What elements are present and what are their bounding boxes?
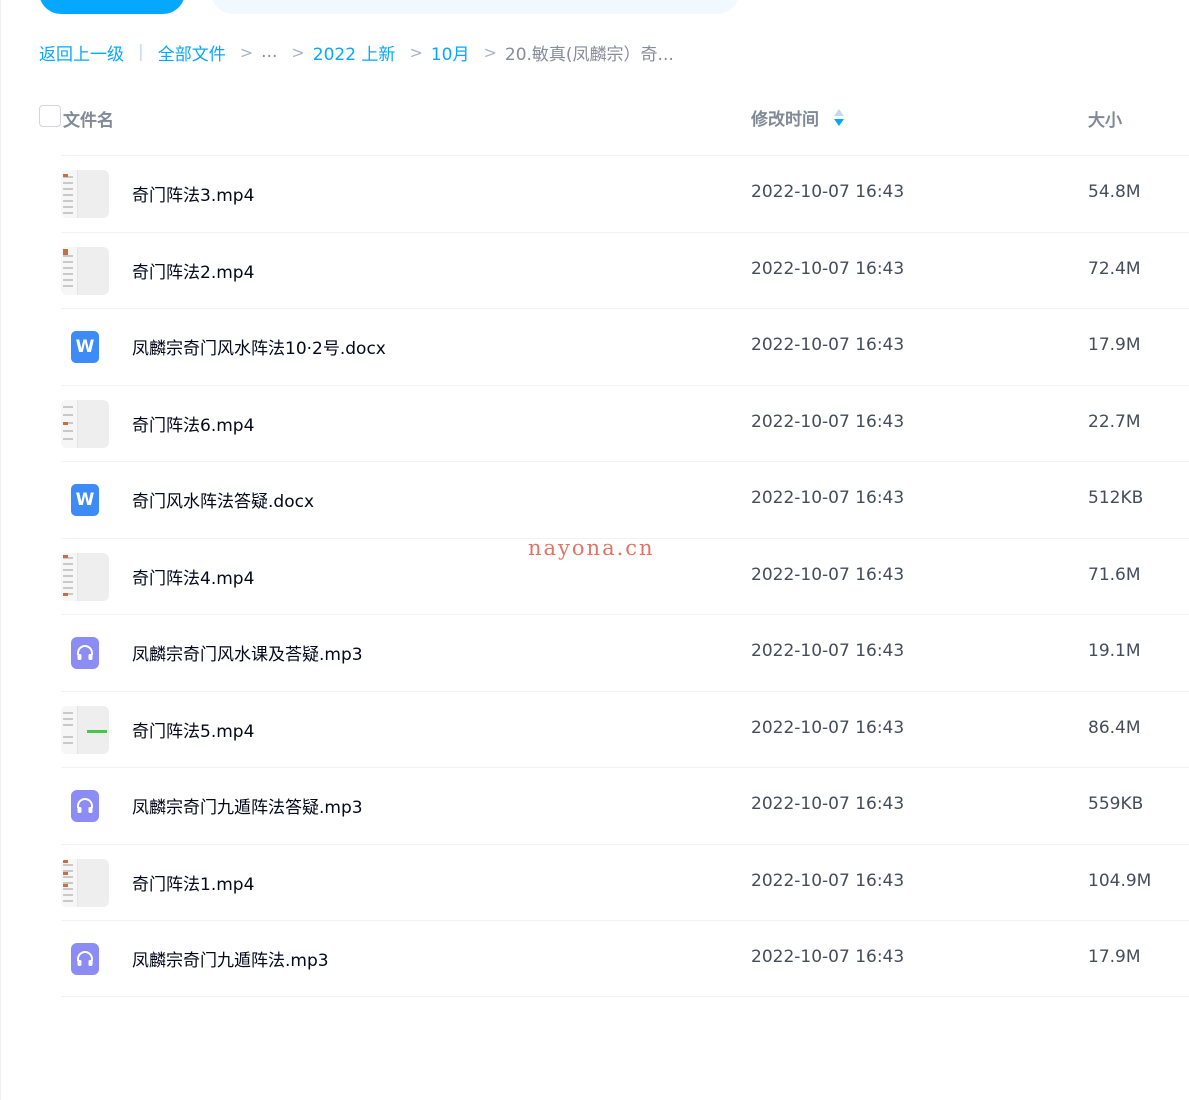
file-size: 19.1M — [1088, 641, 1141, 661]
file-modified-time: 2022-10-07 16:43 — [751, 488, 905, 508]
file-size: 86.4M — [1088, 717, 1141, 738]
file-size: 54.8M — [1088, 182, 1141, 202]
file-row[interactable]: W 奇门风水阵法答疑.docx 2022-10-07 16:43 512KB — [61, 461, 1189, 538]
file-name[interactable]: 凤麟宗奇门风水课及荅疑.mp3 — [132, 640, 363, 665]
breadcrumb-all-files[interactable]: 全部文件 — [158, 40, 226, 65]
video-thumbnail-icon — [61, 170, 109, 218]
chevron-right-icon: > — [483, 42, 497, 62]
video-thumbnail-icon — [61, 552, 109, 601]
file-size: 17.9M — [1088, 335, 1141, 355]
file-modified-time: 2022-10-07 16:43 — [751, 717, 905, 738]
breadcrumb-current-folder: 20.敏真(凤麟宗）奇... — [504, 44, 674, 65]
file-row[interactable]: 奇门阵法6.mp4 2022-10-07 16:43 22.7M — [61, 384, 1189, 462]
chevron-right-icon: > — [239, 42, 254, 62]
file-row[interactable]: 奇门阵法5.mp4 2022-10-07 16:43 86.4M — [61, 690, 1189, 768]
file-size: 17.9M — [1088, 947, 1141, 967]
breadcrumb-october[interactable]: 10月 — [431, 40, 470, 65]
file-name[interactable]: 奇门阵法1.mp4 — [132, 870, 254, 895]
file-list: 奇门阵法3.mp4 2022-10-07 16:43 54.8M 奇门阵法2.mp4 2… — [61, 155, 1189, 997]
file-row[interactable]: 奇门阵法2.mp4 2022-10-07 16:43 72.4M — [61, 231, 1189, 309]
file-row[interactable]: W 凤麟宗奇门风水阵法10·2号.docx 2022-10-07 16:43 17.9… — [61, 308, 1189, 385]
file-size: 104.9M — [1088, 870, 1152, 891]
file-modified-time: 2022-10-07 16:43 — [751, 794, 905, 814]
file-name[interactable]: 凤麟宗奇门九遁阵法答疑.mp3 — [132, 793, 363, 818]
file-modified-time: 2022-10-07 16:43 — [751, 335, 905, 355]
breadcrumb-ellipsis[interactable]: ... — [261, 42, 277, 62]
audio-headphones-icon — [71, 637, 99, 669]
breadcrumb: 返回上一级 | 全部文件 > ... > 2022 上新 > 10月 > 20.… — [39, 38, 674, 66]
column-header-size[interactable]: 大小 — [1088, 106, 1122, 131]
file-name[interactable]: 凤麟宗奇门九遁阵法.mp3 — [132, 946, 329, 971]
file-row[interactable]: 奇门阵法1.mp4 2022-10-07 16:43 104.9M — [61, 843, 1189, 921]
file-size: 72.4M — [1088, 258, 1141, 279]
sort-icon[interactable] — [833, 108, 845, 128]
word-doc-icon: W — [71, 484, 99, 516]
breadcrumb-2022-new[interactable]: 2022 上新 — [313, 40, 396, 65]
file-modified-time: 2022-10-07 16:43 — [751, 564, 905, 585]
upload-button[interactable] — [39, 0, 185, 14]
file-modified-time: 2022-10-07 16:43 — [751, 258, 905, 279]
file-name[interactable]: 奇门阵法6.mp4 — [132, 411, 254, 436]
column-header-name[interactable]: 文件名 — [63, 106, 114, 131]
file-size: 71.6M — [1088, 564, 1141, 585]
back-link[interactable]: 返回上一级 — [39, 40, 124, 65]
file-size: 512KB — [1088, 488, 1144, 508]
file-name[interactable]: 奇门阵法4.mp4 — [132, 564, 254, 589]
video-thumbnail-icon — [61, 858, 109, 907]
file-list-header: 文件名 修改时间 大小 — [39, 98, 1189, 138]
file-row[interactable]: 凤麟宗奇门风水课及荅疑.mp3 2022-10-07 16:43 19.1M — [61, 614, 1189, 691]
file-modified-time: 2022-10-07 16:43 — [751, 411, 905, 432]
column-header-time[interactable]: 修改时间 — [751, 105, 845, 130]
file-modified-time: 2022-10-07 16:43 — [751, 947, 905, 967]
search-bar[interactable] — [211, 0, 739, 14]
column-header-time-label: 修改时间 — [751, 110, 819, 130]
file-row[interactable]: 奇门阵法3.mp4 2022-10-07 16:43 54.8M — [61, 155, 1189, 232]
video-thumbnail-icon — [61, 705, 109, 754]
word-doc-icon: W — [71, 331, 99, 363]
chevron-right-icon: > — [291, 42, 305, 62]
audio-headphones-icon — [71, 943, 99, 975]
video-thumbnail-icon — [61, 246, 109, 295]
select-all-checkbox[interactable] — [39, 105, 61, 127]
file-name[interactable]: 奇门阵法3.mp4 — [132, 181, 254, 206]
file-row[interactable]: 凤麟宗奇门九遁阵法答疑.mp3 2022-10-07 16:43 559KB — [61, 767, 1189, 844]
file-name[interactable]: 奇门阵法5.mp4 — [132, 717, 254, 742]
breadcrumb-divider: | — [138, 42, 144, 62]
file-modified-time: 2022-10-07 16:43 — [751, 182, 905, 202]
chevron-right-icon: > — [409, 42, 423, 62]
file-row[interactable]: 凤麟宗奇门九遁阵法.mp3 2022-10-07 16:43 17.9M — [61, 920, 1189, 997]
watermark: nayona.cn — [528, 536, 655, 560]
file-modified-time: 2022-10-07 16:43 — [751, 870, 905, 891]
file-modified-time: 2022-10-07 16:43 — [751, 641, 905, 661]
audio-headphones-icon — [71, 790, 99, 822]
video-thumbnail-icon — [61, 399, 109, 448]
file-name[interactable]: 凤麟宗奇门风水阵法10·2号.docx — [132, 334, 386, 359]
file-size: 559KB — [1088, 794, 1144, 814]
file-browser-page: 返回上一级 | 全部文件 > ... > 2022 上新 > 10月 > 20.… — [0, 0, 1189, 1100]
file-size: 22.7M — [1088, 411, 1141, 432]
file-name[interactable]: 奇门风水阵法答疑.docx — [132, 487, 314, 512]
file-name[interactable]: 奇门阵法2.mp4 — [132, 258, 254, 283]
